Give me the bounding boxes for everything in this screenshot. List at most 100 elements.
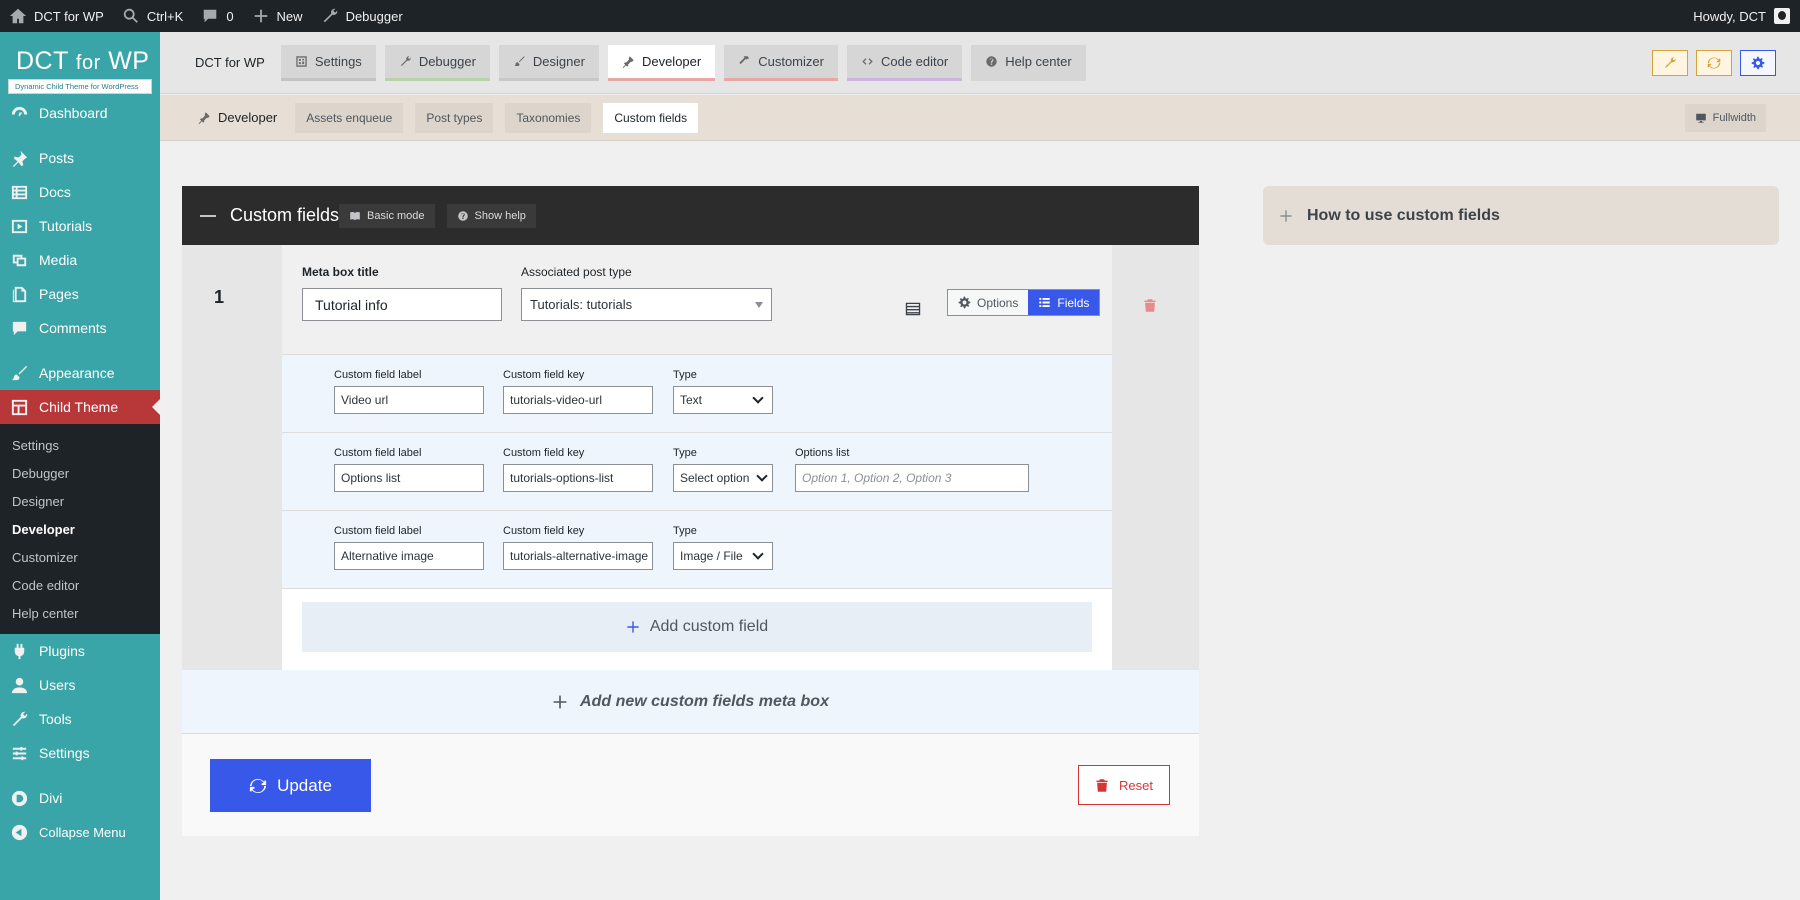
basic-mode-button[interactable]: Basic mode <box>339 203 435 228</box>
refresh-icon <box>249 778 267 793</box>
options-button[interactable]: Options <box>948 290 1029 315</box>
add-custom-field-button[interactable]: Add custom field <box>302 602 1092 652</box>
user-menu[interactable]: Howdy, DCT <box>1693 8 1800 24</box>
submenu-settings[interactable]: Settings <box>0 431 160 459</box>
sidebar-item-media[interactable]: Media <box>0 243 160 277</box>
plug-icon <box>622 55 634 68</box>
submenu-debugger[interactable]: Debugger <box>0 459 160 487</box>
reset-button[interactable]: Reset <box>1078 765 1170 805</box>
field-row: Custom field label Video url Custom fiel… <box>282 355 1112 433</box>
code-icon <box>862 57 873 65</box>
sidebar-item-docs[interactable]: Docs <box>0 175 160 209</box>
subtab-post-types[interactable]: Post types <box>415 102 494 133</box>
settings-gear-button[interactable] <box>1740 49 1776 76</box>
site-link[interactable]: DCT for WP <box>0 0 113 32</box>
sidebar-item-plugins[interactable]: Plugins <box>0 634 160 668</box>
tab-developer[interactable]: Developer <box>607 44 716 81</box>
dashboard-icon <box>11 106 28 116</box>
post-type-select[interactable]: Tutorials: tutorials <box>521 288 772 321</box>
meta-box-title-label: Meta box title <box>302 265 379 279</box>
child-theme-submenu: Settings Debugger Designer Developer Cus… <box>0 424 160 634</box>
post-type-label: Associated post type <box>521 265 632 279</box>
hammer-icon <box>739 55 750 64</box>
tab-designer[interactable]: Designer <box>498 44 599 81</box>
field-type-select[interactable]: Text <box>673 386 773 414</box>
tab-code-editor[interactable]: Code editor <box>846 44 963 81</box>
field-label-input[interactable]: Video url <box>334 386 484 414</box>
comments-link[interactable]: 0 <box>192 0 242 32</box>
field-key-input[interactable]: tutorials-alternative-image <box>503 542 653 570</box>
caret-down-icon <box>755 301 763 308</box>
meta-box-number: 1 <box>214 287 225 307</box>
field-label-input[interactable]: Alternative image <box>334 542 484 570</box>
admin-bar: DCT for WP Ctrl+K 0 New Debugger Howdy, … <box>0 0 1800 32</box>
tab-help-center[interactable]: Help center <box>971 44 1086 81</box>
wrench-icon <box>323 8 337 23</box>
plus-icon <box>254 9 267 23</box>
collapse-menu-button[interactable]: Collapse Menu <box>0 815 160 849</box>
submenu-help-center[interactable]: Help center <box>0 599 160 627</box>
show-help-button[interactable]: Show help <box>446 203 536 228</box>
sidebar-item-child-theme[interactable]: Child Theme <box>0 390 160 424</box>
field-key-input[interactable]: tutorials-options-list <box>503 464 653 492</box>
sidebar-item-users[interactable]: Users <box>0 668 160 702</box>
fullwidth-toggle[interactable]: Fullwidth <box>1684 103 1766 132</box>
plus-icon <box>627 621 639 633</box>
sidebar-item-tools[interactable]: Tools <box>0 702 160 736</box>
sidebar-item-pages[interactable]: Pages <box>0 277 160 311</box>
submenu-code-editor[interactable]: Code editor <box>0 571 160 599</box>
plug-icon <box>198 112 210 124</box>
collapse-icon <box>11 824 28 840</box>
sidebar-item-settings[interactable]: Settings <box>0 736 160 770</box>
home-icon <box>9 8 27 24</box>
refresh-icon <box>1707 57 1721 68</box>
wrench-icon <box>1665 56 1676 68</box>
list-view-icon[interactable] <box>904 300 922 318</box>
tools-button[interactable] <box>1652 49 1688 76</box>
debugger-link[interactable]: Debugger <box>312 0 412 32</box>
update-button[interactable]: Update <box>210 759 371 812</box>
submenu-developer[interactable]: Developer <box>0 515 160 543</box>
subtab-taxonomies[interactable]: Taxonomies <box>505 102 592 133</box>
sidebar-item-appearance[interactable]: Appearance <box>0 356 160 390</box>
brush-icon <box>11 365 28 380</box>
tab-customizer[interactable]: Customizer <box>724 44 838 81</box>
plus-icon <box>553 695 567 708</box>
trash-icon <box>1096 778 1108 792</box>
field-type-select[interactable]: Select option <box>673 464 773 492</box>
how-to-use-panel[interactable]: How to use custom fields <box>1263 186 1779 245</box>
grid-icon <box>11 399 28 415</box>
dct-title: DCT for WP <box>195 55 265 70</box>
sidebar-item-comments[interactable]: Comments <box>0 311 160 345</box>
subtab-custom-fields[interactable]: Custom fields <box>603 102 699 133</box>
sidebar-item-divi[interactable]: Divi <box>0 781 160 815</box>
field-label-input[interactable]: Options list <box>334 464 484 492</box>
avatar <box>1774 8 1790 24</box>
submenu-customizer[interactable]: Customizer <box>0 543 160 571</box>
dashboard-icon <box>296 55 307 67</box>
field-type-select[interactable]: Image / File <box>673 542 773 570</box>
add-meta-box-button[interactable]: Add new custom fields meta box <box>182 670 1199 734</box>
delete-meta-box-button[interactable] <box>1143 298 1157 316</box>
sidebar-item-posts[interactable]: Posts <box>0 141 160 175</box>
field-key-input[interactable]: tutorials-video-url <box>503 386 653 414</box>
meta-box: 1 Meta box title Tutorial info Associate… <box>182 245 1199 670</box>
fields-button[interactable]: Fields <box>1028 290 1100 315</box>
sidebar-item-dashboard[interactable]: Dashboard <box>0 96 160 130</box>
subnav-title: Developer <box>160 110 295 125</box>
search-shortcut[interactable]: Ctrl+K <box>113 0 192 32</box>
custom-fields-panel: Custom fields Basic mode Show help 1 Met… <box>182 186 1199 836</box>
subtab-assets-enqueue[interactable]: Assets enqueue <box>295 102 404 133</box>
collapse-panel-button[interactable] <box>200 214 216 217</box>
sidebar-item-tutorials[interactable]: Tutorials <box>0 209 160 243</box>
brand-logo[interactable]: DCT for WP Dynamic Child Theme for WordP… <box>0 32 160 96</box>
options-list-input[interactable]: Option 1, Option 2, Option 3 <box>795 464 1029 492</box>
refresh-button[interactable] <box>1696 49 1732 76</box>
tab-settings[interactable]: Settings <box>280 44 376 81</box>
list-icon <box>11 185 28 199</box>
help-icon <box>457 210 468 221</box>
tab-debugger[interactable]: Debugger <box>384 44 490 81</box>
meta-box-title-input[interactable]: Tutorial info <box>302 288 502 321</box>
submenu-designer[interactable]: Designer <box>0 487 160 515</box>
new-link[interactable]: New <box>243 0 312 32</box>
